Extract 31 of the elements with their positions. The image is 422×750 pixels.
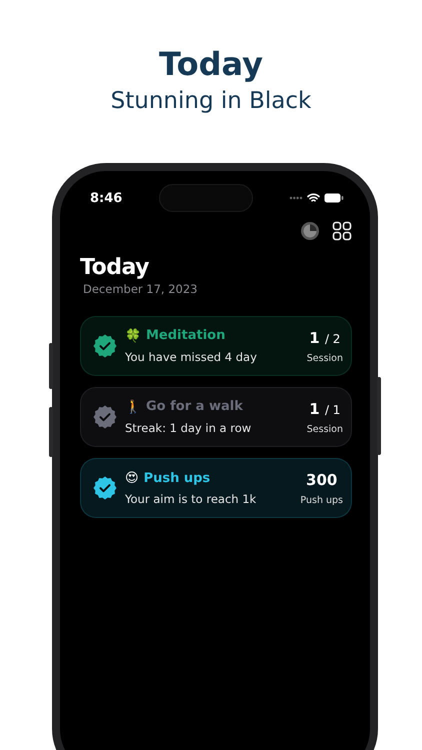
habit-unit: Push ups (300, 494, 343, 506)
page-heading: Today (159, 44, 263, 84)
wifi-icon (307, 193, 320, 203)
grid-icon[interactable] (332, 221, 352, 241)
habit-detail: Streak: 1 day in a row (125, 421, 252, 435)
habit-card[interactable]: 😍 Push ups Your aim is to reach 1k 300 Push ups (80, 458, 352, 518)
page-subheading: Stunning in Black (110, 87, 312, 116)
check-badge-icon[interactable] (93, 405, 117, 429)
habit-name: Go for a walk (146, 399, 243, 415)
habit-card[interactable]: 🍀 Meditation You have missed 4 day 1 / 2 Session (80, 316, 352, 376)
habit-emoji: 🚶 (125, 399, 141, 415)
habit-emoji: 🍀 (125, 328, 141, 344)
habit-unit: Session (306, 352, 343, 364)
habit-name: Meditation (146, 328, 226, 344)
habit-count: 300 (306, 470, 338, 488)
habit-count: 1 / 2 (309, 328, 340, 346)
habit-detail: You have missed 4 day (125, 350, 258, 364)
habit-card[interactable]: 🚶 Go for a walk Streak: 1 day in a row 1 / 1 Session (80, 387, 352, 447)
signal-icon (289, 196, 303, 200)
habit-name: Push ups (144, 470, 210, 486)
check-badge-icon[interactable] (93, 334, 117, 358)
habit-count: 1 / 1 (309, 400, 340, 418)
habit-unit: Session (306, 424, 343, 434)
battery-icon (324, 193, 344, 203)
habit-detail: Your aim is to reach 1k (125, 492, 258, 506)
check-badge-icon[interactable] (93, 476, 117, 500)
theme-icon[interactable] (300, 221, 320, 241)
date-label: December 17, 2023 (82, 282, 199, 296)
status-time: 8:46 (90, 190, 122, 206)
screen-title: Today (80, 255, 150, 280)
habit-emoji: 😍 (125, 470, 139, 486)
